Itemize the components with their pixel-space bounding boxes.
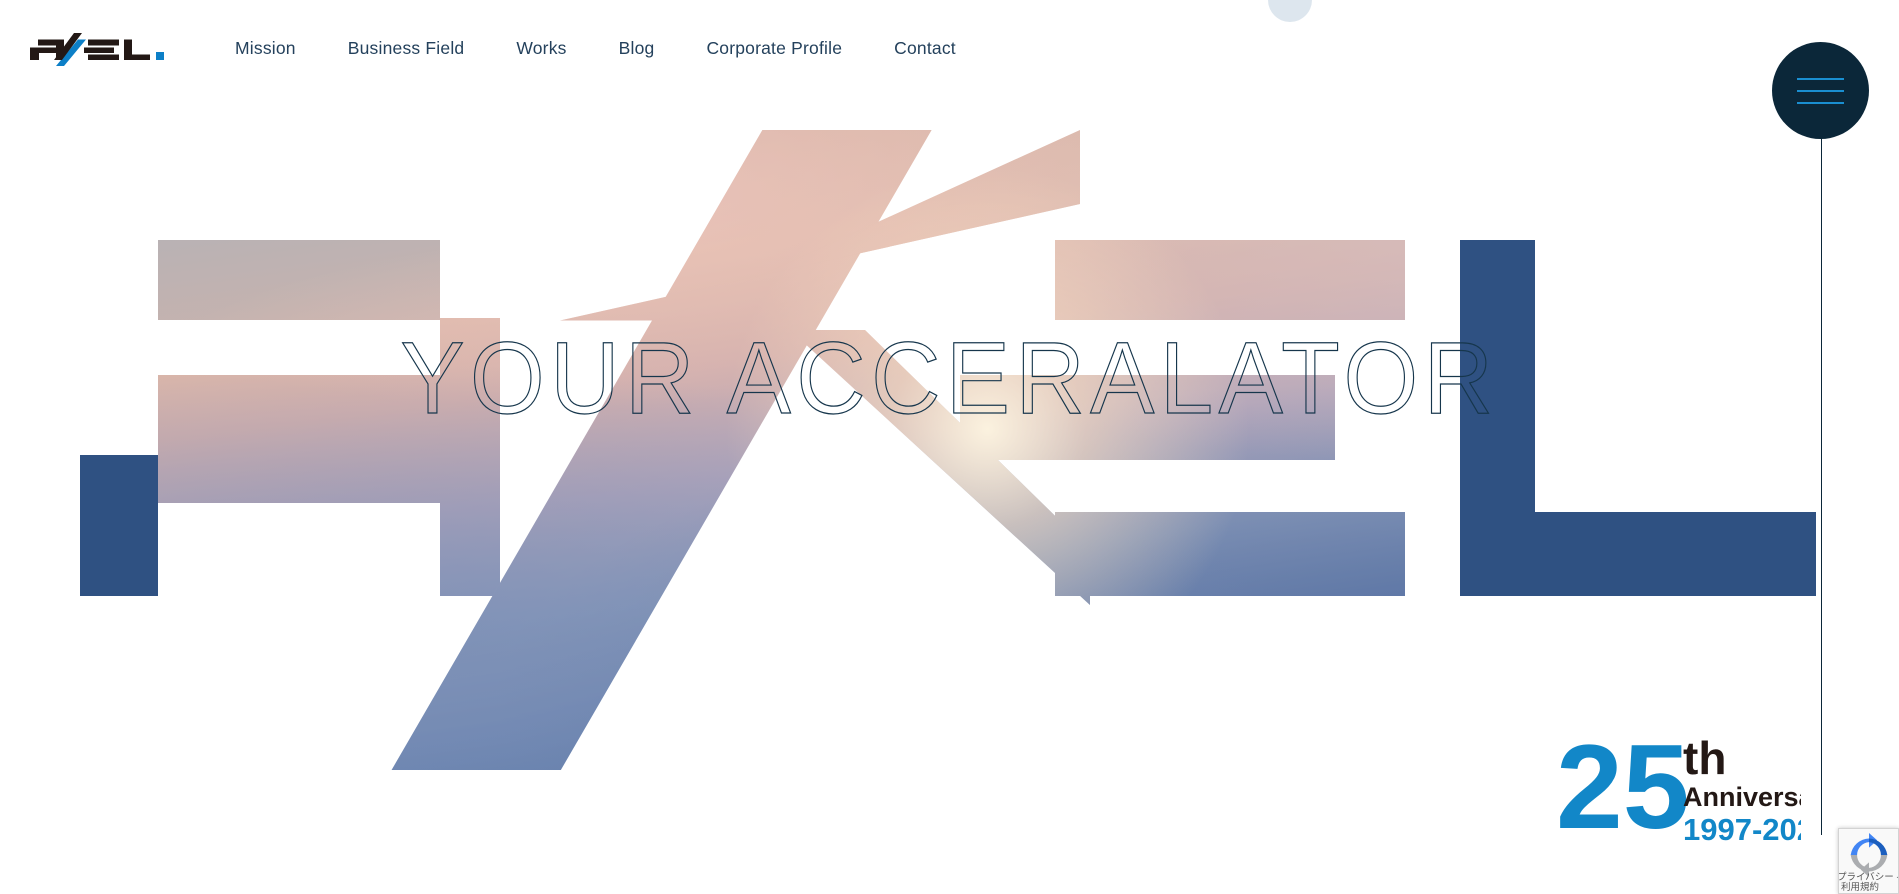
anniversary-word: Anniversary <box>1683 782 1801 812</box>
anniversary-number: 25 <box>1556 720 1689 848</box>
recaptcha-terms-label[interactable]: 利用規約 <box>1841 879 1898 893</box>
hero-tagline: YOUR ACCERALATOR <box>400 321 1499 436</box>
nav-item-mission[interactable]: Mission <box>235 39 296 58</box>
hero-letter-block <box>440 500 500 596</box>
hamburger-menu-icon <box>1797 102 1844 105</box>
page-root: YOUR ACCERALATOR Mission Business Field … <box>0 0 1899 894</box>
anniversary-years: 1997-2022 <box>1683 812 1801 847</box>
hero-letter-block <box>1055 240 1405 320</box>
recaptcha-badge[interactable]: プライバシー - 利用規約 <box>1838 828 1899 894</box>
nav-item-works[interactable]: Works <box>516 39 566 58</box>
menu-stem-line <box>1820 90 1822 835</box>
anniversary-ordinal: th <box>1683 732 1726 784</box>
nav-item-blog[interactable]: Blog <box>619 39 655 58</box>
hero-letter-block <box>80 455 158 596</box>
main-navigation: Mission Business Field Works Blog Corpor… <box>235 39 956 58</box>
anniversary-badge: 25 th Anniversary 1997-2022 <box>1556 718 1801 848</box>
nav-item-corporate-profile[interactable]: Corporate Profile <box>706 39 842 58</box>
hamburger-menu-icon <box>1797 90 1844 93</box>
axel-wordmark-logo <box>30 33 164 66</box>
hero-letter-block <box>1055 512 1405 596</box>
axel-logo[interactable] <box>28 26 180 74</box>
hamburger-menu-icon <box>1797 78 1844 81</box>
nav-item-contact[interactable]: Contact <box>894 39 956 58</box>
hero-letter-block <box>1720 512 1816 596</box>
nav-item-business-field[interactable]: Business Field <box>348 39 465 58</box>
site-header: Mission Business Field Works Blog Corpor… <box>0 0 1899 835</box>
hamburger-menu-button[interactable] <box>1772 42 1869 139</box>
hero-letter-block <box>158 240 440 320</box>
